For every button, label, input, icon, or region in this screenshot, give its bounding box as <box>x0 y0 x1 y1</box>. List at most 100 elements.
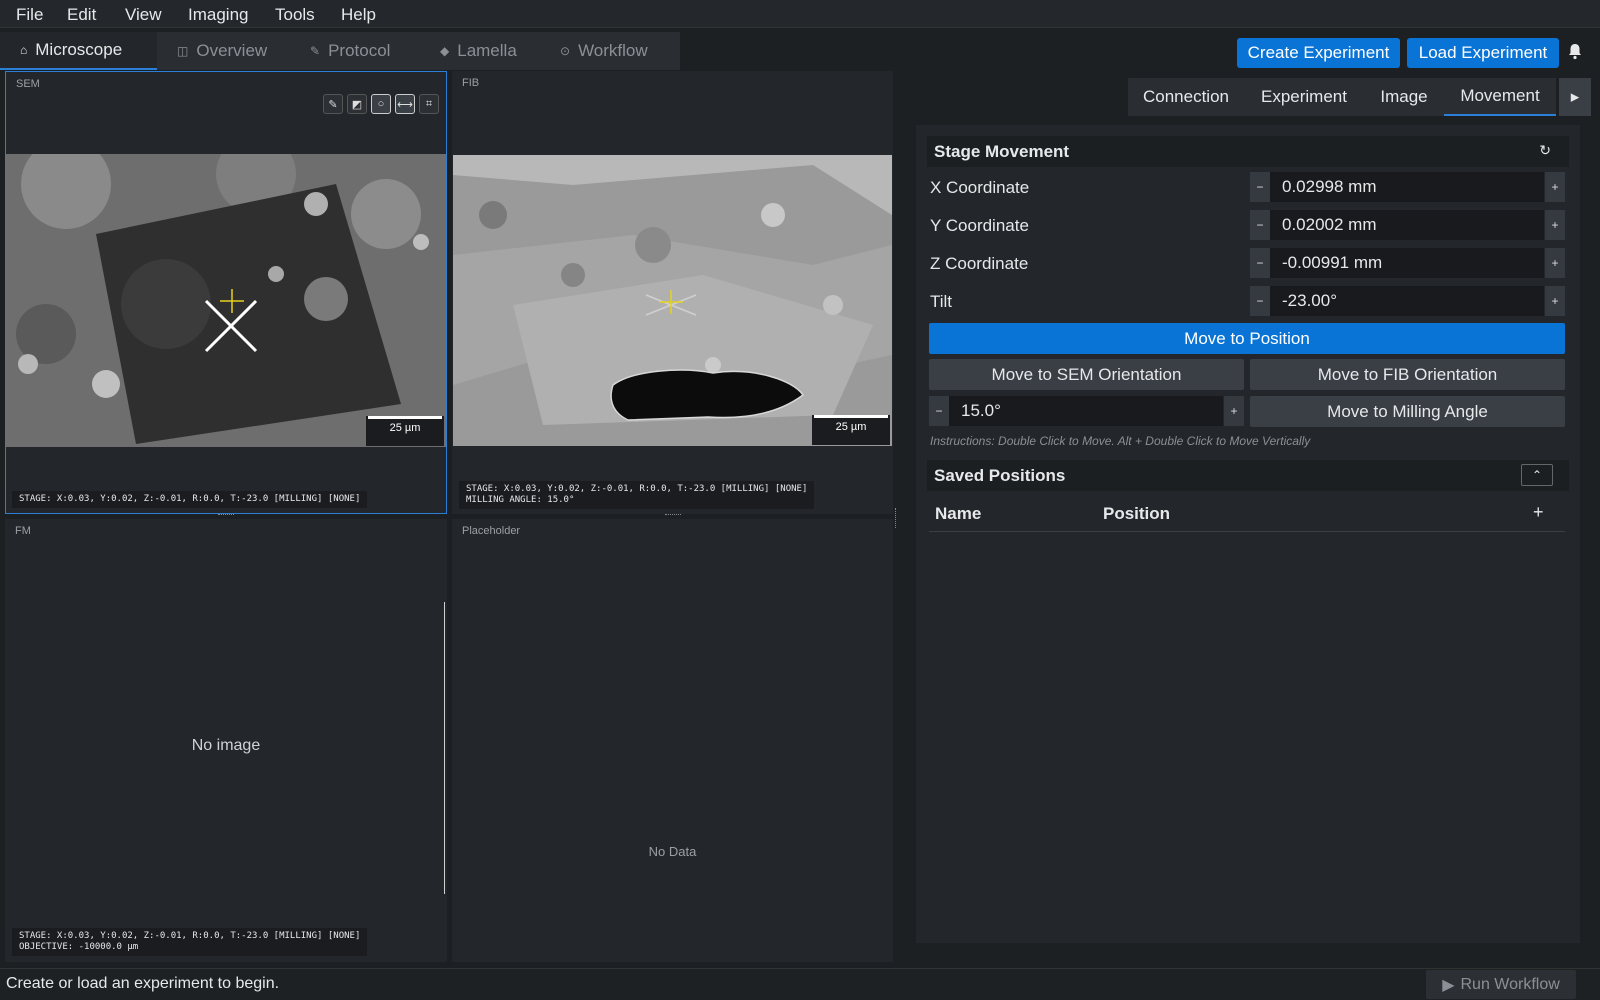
tilt-decrement-button[interactable]: − <box>1250 286 1270 316</box>
position-column-header: Position <box>1103 504 1171 523</box>
no-image-message: No image <box>191 737 261 754</box>
tilt-label: Tilt <box>930 292 953 311</box>
scale-bar: 25 µm <box>366 416 444 446</box>
viewer-label: FM <box>15 525 31 537</box>
move-to-fib-button[interactable]: Move to FIB Orientation <box>1250 359 1565 390</box>
fm-status-line: STAGE: X:0.03, Y:0.02, Z:-0.01, R:0.0, T… <box>19 931 361 941</box>
tab-label: Microscope <box>35 40 123 59</box>
tab-protocol[interactable]: ✎ Protocol <box>290 32 420 70</box>
tab-movement[interactable]: Movement <box>1444 78 1556 116</box>
tilt-field[interactable]: -23.00° <box>1270 286 1544 316</box>
tab-label: Protocol <box>328 41 391 60</box>
bell-icon[interactable] <box>1567 42 1583 60</box>
fm-divider <box>444 602 445 894</box>
move-to-milling-angle-button[interactable]: Move to Milling Angle <box>1250 396 1565 427</box>
pencil-icon[interactable]: ✎ <box>323 94 343 114</box>
microscope-icon: ⌂ <box>20 43 28 57</box>
menu-imaging[interactable]: Imaging <box>188 5 248 25</box>
saved-positions-table-header: Name Position + <box>929 500 1565 532</box>
placeholder-viewer: Placeholder No Data <box>452 519 893 962</box>
milling-angle-decrement-button[interactable]: − <box>929 396 949 426</box>
milling-angle-field[interactable]: 15.0° <box>949 396 1223 426</box>
tab-lamella[interactable]: ◆ Lamella <box>420 32 540 70</box>
y-coordinate-label: Y Coordinate <box>930 216 1029 235</box>
y-decrement-button[interactable]: − <box>1250 210 1270 240</box>
tab-connection[interactable]: Connection <box>1128 78 1244 116</box>
scale-bar: 25 µm <box>812 415 890 445</box>
splitter-handle[interactable] <box>665 514 681 516</box>
milling-angle-increment-button[interactable]: + <box>1224 396 1244 426</box>
layers-icon: ◆ <box>440 44 450 58</box>
play-icon: ▶ <box>1442 976 1455 994</box>
menu-tools[interactable]: Tools <box>275 5 315 25</box>
fib-status-line: STAGE: X:0.03, Y:0.02, Z:-0.01, R:0.0, T… <box>466 484 808 494</box>
sem-stage-status: STAGE: X:0.03, Y:0.02, Z:-0.01, R:0.0, T… <box>12 491 368 508</box>
tab-experiment[interactable]: Experiment <box>1244 78 1364 116</box>
tab-image[interactable]: Image <box>1364 78 1444 116</box>
section-title: Stage Movement <box>934 141 1070 161</box>
instructions-text: Instructions: Double Click to Move. Alt … <box>930 434 1311 448</box>
tilt-increment-button[interactable]: + <box>1545 286 1565 316</box>
fib-image[interactable] <box>453 155 892 446</box>
viewer-label: Placeholder <box>462 525 521 537</box>
section-title: Saved Positions <box>934 465 1066 485</box>
ruler-icon[interactable]: ⟷ <box>395 94 415 114</box>
x-increment-button[interactable]: + <box>1545 172 1565 202</box>
x-decrement-button[interactable]: − <box>1250 172 1270 202</box>
saved-positions-header: Saved Positions ⌃ <box>927 460 1569 491</box>
tab-label: Overview <box>196 41 268 60</box>
fit-view-icon[interactable]: ⌗ <box>419 94 439 114</box>
scale-bar-label: 25 µm <box>835 421 867 433</box>
fm-stage-status: STAGE: X:0.03, Y:0.02, Z:-0.01, R:0.0, T… <box>12 928 368 956</box>
z-coordinate-label: Z Coordinate <box>930 254 1029 273</box>
sem-image[interactable] <box>6 154 446 447</box>
tab-label: Workflow <box>578 41 648 60</box>
menu-view[interactable]: View <box>125 5 162 25</box>
move-to-sem-button[interactable]: Move to SEM Orientation <box>929 359 1244 390</box>
menu-bar: File Edit View Imaging Tools Help <box>0 0 1600 28</box>
load-experiment-button[interactable]: Load Experiment <box>1407 38 1559 68</box>
main-tab-bar: ⌂ Microscope ◫ Overview ✎ Protocol ◆ Lam… <box>0 32 680 70</box>
refresh-icon[interactable]: ↻ <box>1539 142 1551 159</box>
status-message: Create or load an experiment to begin. <box>6 975 280 992</box>
tab-overview[interactable]: ◫ Overview <box>157 32 290 70</box>
tab-workflow[interactable]: ⊙ Workflow <box>540 32 680 70</box>
map-icon: ◫ <box>177 44 189 58</box>
name-column-header: Name <box>935 504 982 523</box>
crosshair-icon[interactable]: ○ <box>371 94 391 114</box>
create-experiment-button[interactable]: Create Experiment <box>1237 38 1400 68</box>
scale-bar-label: 25 µm <box>389 422 421 434</box>
stage-movement-header: Stage Movement ↻ <box>927 136 1569 167</box>
play-circle-icon: ⊙ <box>560 44 571 58</box>
tab-label: Lamella <box>457 41 517 60</box>
run-workflow-label: Run Workflow <box>1460 975 1560 993</box>
z-decrement-button[interactable]: − <box>1250 248 1270 278</box>
contrast-icon[interactable]: ◩ <box>347 94 367 114</box>
fm-viewer[interactable]: FM No image <box>5 519 447 962</box>
status-bar: Create or load an experiment to begin. ▶… <box>0 968 1600 1000</box>
x-coordinate-field[interactable]: 0.02998 mm <box>1270 172 1544 202</box>
fm-objective: OBJECTIVE: -10000.0 µm <box>19 942 139 952</box>
run-workflow-button[interactable]: ▶ Run Workflow <box>1426 970 1576 999</box>
y-increment-button[interactable]: + <box>1545 210 1565 240</box>
viewer-label: FIB <box>462 77 480 89</box>
viewer-label: SEM <box>16 78 40 90</box>
scroll-right-arrow-icon[interactable]: ▸ <box>1559 78 1591 116</box>
collapse-icon[interactable]: ⌃ <box>1521 464 1553 486</box>
vertical-splitter-handle[interactable] <box>895 508 897 528</box>
x-coordinate-label: X Coordinate <box>930 178 1030 197</box>
fib-stage-status: STAGE: X:0.03, Y:0.02, Z:-0.01, R:0.0, T… <box>459 481 815 509</box>
document-icon: ✎ <box>310 44 321 58</box>
splitter-handle[interactable] <box>218 514 234 516</box>
y-coordinate-field[interactable]: 0.02002 mm <box>1270 210 1544 240</box>
no-data-message: No Data <box>648 844 697 859</box>
z-increment-button[interactable]: + <box>1545 248 1565 278</box>
fib-milling-angle: MILLING ANGLE: 15.0° <box>466 495 575 505</box>
tab-microscope[interactable]: ⌂ Microscope <box>0 32 157 70</box>
z-coordinate-field[interactable]: -0.00991 mm <box>1270 248 1544 278</box>
menu-help[interactable]: Help <box>341 5 376 25</box>
menu-file[interactable]: File <box>16 5 43 25</box>
move-to-position-button[interactable]: Move to Position <box>929 323 1565 354</box>
add-position-icon[interactable]: + <box>1533 502 1544 523</box>
menu-edit[interactable]: Edit <box>67 5 96 25</box>
